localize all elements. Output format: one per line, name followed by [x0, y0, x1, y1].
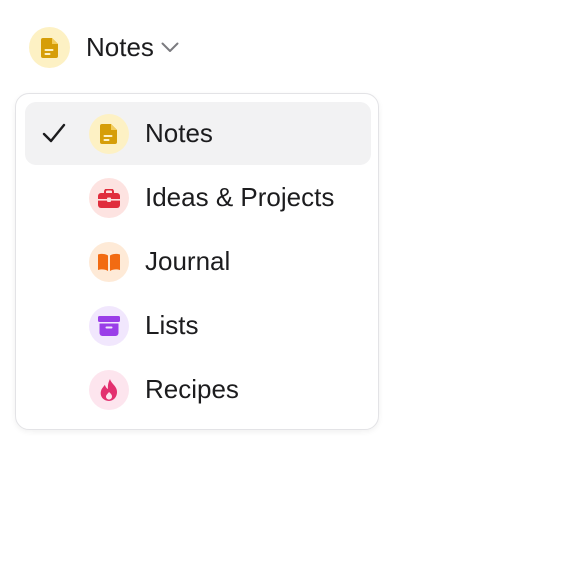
document-icon — [89, 114, 129, 154]
menu-item-label: Recipes — [145, 374, 239, 404]
menu-item-journal[interactable]: Journal — [25, 230, 371, 293]
briefcase-icon — [89, 178, 129, 218]
notebook-switcher-label: Notes — [86, 32, 154, 62]
app-root: Notes Notes Ideas & Projects Journal Lis… — [0, 0, 574, 574]
checkmark-icon — [41, 122, 67, 144]
document-icon — [29, 27, 70, 68]
menu-item-ideas-projects[interactable]: Ideas & Projects — [25, 166, 371, 229]
menu-item-label: Lists — [145, 310, 199, 340]
menu-item-label: Journal — [145, 246, 231, 276]
menu-item-label: Ideas & Projects — [145, 182, 335, 212]
archive-box-icon — [89, 306, 129, 346]
menu-item-recipes[interactable]: Recipes — [25, 358, 371, 421]
chevron-down-icon — [160, 38, 180, 58]
notebook-dropdown-menu: Notes Ideas & Projects Journal Lists Rec… — [15, 93, 379, 430]
book-icon — [89, 242, 129, 282]
flame-icon — [89, 370, 129, 410]
notebook-switcher[interactable]: Notes — [29, 27, 180, 68]
menu-item-notes[interactable]: Notes — [25, 102, 371, 165]
menu-item-lists[interactable]: Lists — [25, 294, 371, 357]
menu-item-label: Notes — [145, 118, 213, 148]
